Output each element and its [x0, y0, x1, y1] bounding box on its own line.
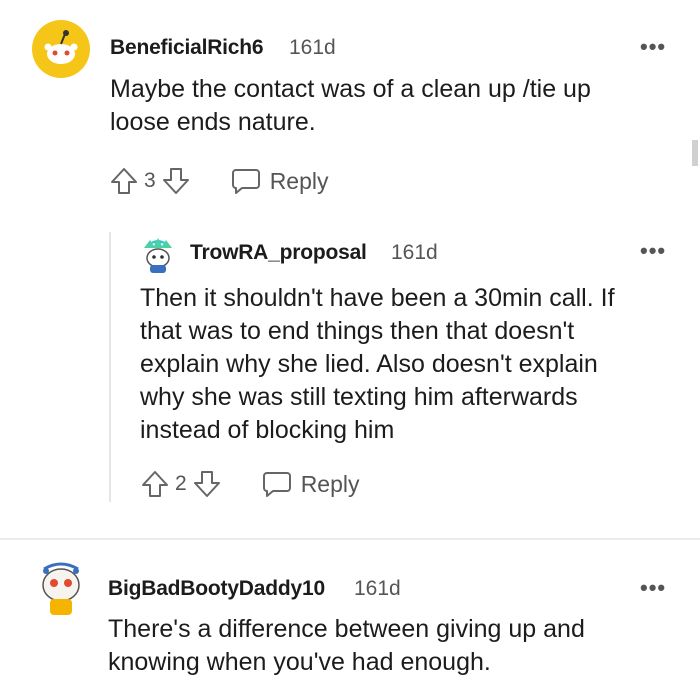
comment-line: knowing when you've had enough. [108, 648, 491, 676]
comment-body: There's a difference between giving up a… [108, 613, 668, 679]
comment-line: why she was still texting him afterwards [140, 383, 578, 411]
reply-icon [231, 169, 260, 194]
reply-label: Reply [269, 167, 329, 194]
upvote-icon[interactable] [139, 468, 171, 500]
comment-age: 161d [354, 577, 401, 600]
comment-line: instead of blocking him [140, 416, 395, 444]
username[interactable]: TrowRA_proposal [190, 241, 367, 265]
more-options-icon[interactable]: ••• [640, 238, 666, 264]
comment-body: Maybe the contact was of a clean up /tie… [110, 73, 670, 139]
user-avatar-icon[interactable] [36, 559, 86, 621]
comment-line: loose ends nature. [110, 108, 316, 136]
comment-line: There's a difference between giving up a… [108, 615, 585, 643]
reply-button[interactable]: Reply [230, 166, 329, 196]
comment-line: explain why she lied. Also doesn't expla… [140, 350, 598, 378]
comment-actions: 2 Reply [139, 468, 360, 500]
downvote-icon[interactable] [191, 468, 223, 500]
username[interactable]: BigBadBootyDaddy10 [108, 577, 325, 601]
vote-score: 2 [175, 472, 187, 495]
comment-3: BigBadBootyDaddy10 161d ••• There's a di… [0, 545, 700, 695]
downvote-icon[interactable] [160, 165, 192, 197]
comment-2: TrowRA_proposal 161d ••• Then it shouldn… [0, 220, 700, 520]
more-options-icon[interactable]: ••• [640, 575, 666, 601]
comment-line: Then it shouldn't have been a 30min call… [140, 284, 615, 312]
upvote-icon[interactable] [108, 165, 140, 197]
vote-score: 3 [144, 169, 156, 192]
reply-button[interactable]: Reply [261, 469, 360, 499]
comment-line: Maybe the contact was of a clean up /tie… [110, 75, 591, 103]
reply-icon [262, 472, 291, 497]
comment-line: that was to end things then that doesn't [140, 317, 575, 345]
comment-separator [0, 538, 700, 540]
scrollbar-thumb[interactable] [692, 140, 698, 166]
user-avatar-icon[interactable] [140, 234, 176, 274]
comment-age: 161d [289, 36, 336, 59]
user-avatar-icon[interactable] [32, 20, 90, 78]
comment-actions: 3 Reply [108, 165, 329, 197]
username[interactable]: BeneficialRich6 [110, 36, 264, 60]
comment-body: Then it shouldn't have been a 30min call… [140, 282, 680, 447]
more-options-icon[interactable]: ••• [640, 34, 666, 60]
reply-label: Reply [300, 470, 360, 497]
comment-age: 161d [391, 241, 438, 264]
comment-1: BeneficialRich6 161d ••• Maybe the conta… [0, 0, 700, 210]
